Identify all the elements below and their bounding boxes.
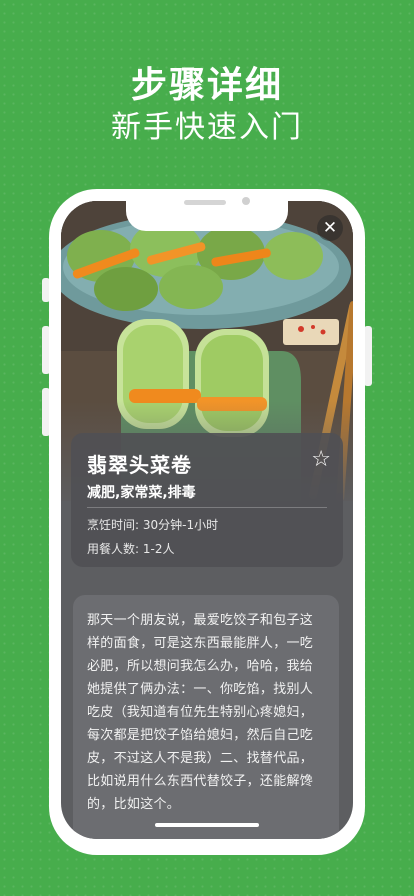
front-camera bbox=[242, 197, 250, 205]
recipe-info-card: 翡翠头菜卷 ☆ 减肥,家常菜,排毒 烹饪时间: 30分钟-1小时 用餐人数: 1… bbox=[71, 433, 343, 567]
promo-subtitle: 新手快速入门 bbox=[111, 110, 303, 145]
star-outline-icon[interactable]: ☆ bbox=[311, 447, 331, 472]
promo-title: 步骤详细 bbox=[130, 65, 283, 106]
servings: 用餐人数: 1-2人 bbox=[87, 542, 175, 556]
home-indicator[interactable] bbox=[155, 823, 259, 827]
recipe-description: 那天一个朋友说，最爱吃饺子和包子这样的面食，可是这东西最能胖人，一吃必肥，所以想… bbox=[73, 595, 339, 839]
phone-notch bbox=[126, 191, 288, 231]
card-divider bbox=[87, 507, 327, 508]
recipe-tags: 减肥,家常菜,排毒 bbox=[87, 485, 196, 501]
close-icon: ✕ bbox=[322, 218, 338, 238]
cook-time: 烹饪时间: 30分钟-1小时 bbox=[87, 518, 219, 532]
app-screen: ✕ 翡翠头菜卷 ☆ 减肥,家常菜,排毒 烹饪时间: 30分钟-1小时 用餐人数:… bbox=[61, 201, 353, 839]
phone-power-button bbox=[364, 326, 372, 386]
speaker-grille bbox=[184, 200, 226, 205]
close-button[interactable]: ✕ bbox=[317, 215, 343, 241]
recipe-title: 翡翠头菜卷 bbox=[87, 453, 192, 477]
